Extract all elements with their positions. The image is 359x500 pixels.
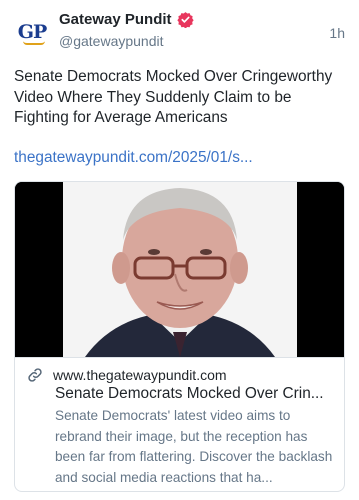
avatar-logo-text: GP (17, 21, 47, 43)
avatar-swoosh (23, 41, 45, 45)
link-title[interactable]: Senate Democrats Mocked Over Crin... (55, 385, 337, 403)
post-link[interactable]: thegatewaypundit.com/2025/01/s... (14, 149, 349, 167)
verified-badge-icon (176, 12, 194, 28)
avatar[interactable]: GP (13, 15, 51, 53)
post-header: GP Gateway Pundit @gatewaypundit 1h (0, 0, 359, 60)
author-display-name[interactable]: Gateway Pundit (59, 11, 172, 28)
post-timestamp[interactable]: 1h (329, 25, 345, 41)
link-domain: www.thegatewaypundit.com (53, 367, 227, 383)
link-icon (28, 368, 42, 382)
link-domain-row: www.thegatewaypundit.com (27, 367, 227, 383)
link-preview-body[interactable]: www.thegatewaypundit.com Senate Democrat… (15, 357, 344, 491)
post-text: Senate Democrats Mocked Over Cringeworth… (14, 68, 333, 126)
link-preview-card[interactable]: www.thegatewaypundit.com Senate Democrat… (14, 181, 345, 492)
author-name-row: Gateway Pundit (59, 11, 194, 28)
link-preview-image[interactable] (15, 182, 344, 357)
link-description: Senate Democrats' latest video aims to r… (55, 408, 333, 485)
photo-icon (15, 182, 344, 357)
author-handle[interactable]: @gatewaypundit (59, 33, 164, 49)
